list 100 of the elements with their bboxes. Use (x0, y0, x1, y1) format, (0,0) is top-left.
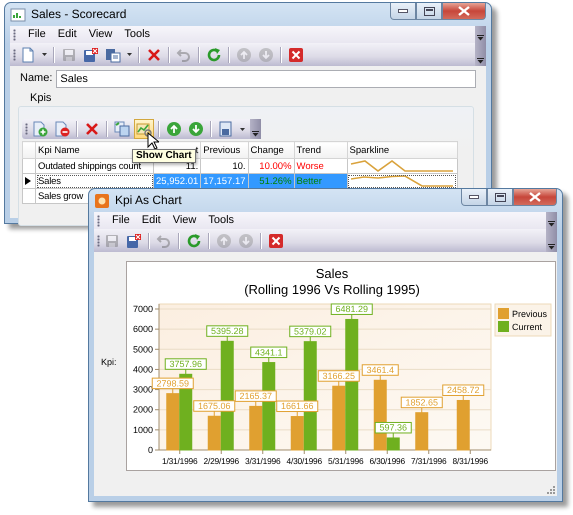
overflow-button[interactable] (475, 43, 486, 66)
tooltip: Show Chart (132, 149, 196, 163)
column-header[interactable]: t (196, 144, 198, 156)
copy-button[interactable] (112, 119, 132, 139)
kpi-name-cell: Outdated shippings count (38, 160, 141, 172)
data-label: 597.36 (379, 422, 408, 433)
minimize-button[interactable] (461, 189, 487, 206)
kpi-label: Kpi: (101, 357, 117, 367)
caret-icon (240, 128, 245, 130)
axis-label: 2000 (132, 404, 153, 415)
chevron-icon (477, 35, 484, 41)
maximize-button[interactable] (416, 3, 442, 20)
add-row-icon (32, 121, 48, 137)
overflow-button[interactable] (546, 229, 557, 252)
window-title: Sales - Scorecard (31, 7, 126, 22)
menu-item[interactable]: File (112, 214, 130, 228)
chevron-icon (252, 131, 259, 137)
axis-label: 1000 (132, 424, 153, 435)
menu-item[interactable]: Edit (58, 28, 77, 42)
maximize-button[interactable] (487, 189, 513, 206)
toolbar-grip (97, 234, 100, 246)
save-close-icon (126, 232, 142, 248)
group-label: Kpis (30, 92, 52, 104)
data-label: 4341.1 (254, 347, 283, 358)
bar (166, 393, 180, 450)
dropdown-button[interactable] (40, 52, 49, 57)
overflow-button[interactable] (250, 119, 261, 139)
delete-icon (146, 46, 162, 62)
undo-icon (156, 232, 172, 248)
dropdown-button[interactable] (125, 52, 134, 57)
change-cell: 10.00% (259, 160, 292, 172)
axis-label: 7/31/1996 (411, 456, 446, 466)
row-pointer-icon (25, 177, 31, 186)
data-label: 3461.4 (366, 364, 394, 375)
data-label: 2165.37 (234, 390, 277, 407)
kpi-name-cell: Sales (38, 176, 61, 187)
mouse-pointer-icon (147, 132, 159, 150)
name-field[interactable]: Sales (56, 70, 476, 88)
data-label: 597.36 (374, 422, 412, 438)
chart-icon (136, 121, 152, 137)
refresh-icon (186, 232, 202, 248)
axis-label: 3/31/1996 (245, 456, 280, 466)
data-label: 3461.4 (362, 364, 399, 381)
axis-label: 2/29/1996 (204, 456, 239, 466)
data-label: 3166.25 (318, 370, 360, 387)
axis-label: 3000 (132, 384, 153, 395)
remove-row-icon (54, 121, 70, 137)
up-arrow-button[interactable] (164, 119, 184, 139)
save-icon (61, 46, 77, 62)
close-icon (529, 192, 541, 202)
chart-subtitle: (Rolling 1996 Vs Rolling 1995) (244, 282, 420, 297)
data-label: 1675.06 (198, 400, 231, 411)
axis-label: 0 (148, 445, 153, 455)
bar (456, 400, 470, 450)
chevron-icon (548, 221, 555, 227)
copy-icon (114, 121, 130, 137)
menu-item[interactable]: File (28, 28, 46, 42)
previous-cell: 17,157.17 (203, 176, 246, 187)
dropdown-button[interactable] (238, 126, 247, 132)
overflow-button[interactable] (475, 26, 486, 43)
minimize-button[interactable] (390, 3, 416, 20)
axis-label: 5/31/1996 (328, 456, 364, 466)
chevron-icon (477, 58, 484, 64)
overflow-button[interactable] (546, 212, 557, 229)
axis-label: 4/30/1996 (286, 456, 322, 466)
data-label: 3757.96 (164, 358, 207, 375)
menu-item[interactable]: Tools (124, 28, 150, 42)
menu-grip (13, 28, 16, 40)
menu-item[interactable]: View (172, 214, 196, 228)
paste-icon (105, 46, 121, 62)
data-label: 5379.02 (289, 326, 332, 342)
axis-label: 1/31/1996 (162, 456, 198, 466)
data-label: 2458.72 (446, 385, 480, 396)
close-button[interactable] (442, 3, 486, 20)
down-arrow-button[interactable] (186, 119, 206, 139)
maximize-icon (494, 192, 506, 202)
minimize-icon (398, 9, 408, 13)
save-close-icon (83, 46, 99, 62)
data-label: 1661.66 (276, 400, 318, 418)
menu-item[interactable]: Edit (142, 214, 161, 228)
axis-label: 6000 (132, 324, 153, 334)
minimize-icon (469, 195, 479, 199)
menu-item[interactable]: View (88, 28, 112, 42)
current-cell: 25,952.01 (156, 176, 198, 187)
data-label: 5379.02 (294, 326, 327, 336)
new-document-icon (20, 46, 36, 62)
close-icon (268, 232, 284, 248)
axis-label: 5000 (132, 344, 153, 354)
axis-label: 4000 (132, 364, 153, 374)
toolbar-grip (25, 123, 28, 135)
axis-label: 6/30/1996 (370, 456, 405, 466)
legend-label: Current (512, 322, 542, 332)
window-title: Kpi As Chart (115, 193, 182, 208)
data-label: 1852.65 (400, 396, 443, 414)
close-button[interactable] (513, 189, 557, 206)
caret-icon (127, 53, 132, 56)
menu-item[interactable]: Tools (208, 214, 234, 228)
change-cell: 51.26% (259, 176, 292, 187)
kpi-name-cell: Sales grow (38, 190, 83, 202)
window-app-icon (94, 192, 110, 208)
